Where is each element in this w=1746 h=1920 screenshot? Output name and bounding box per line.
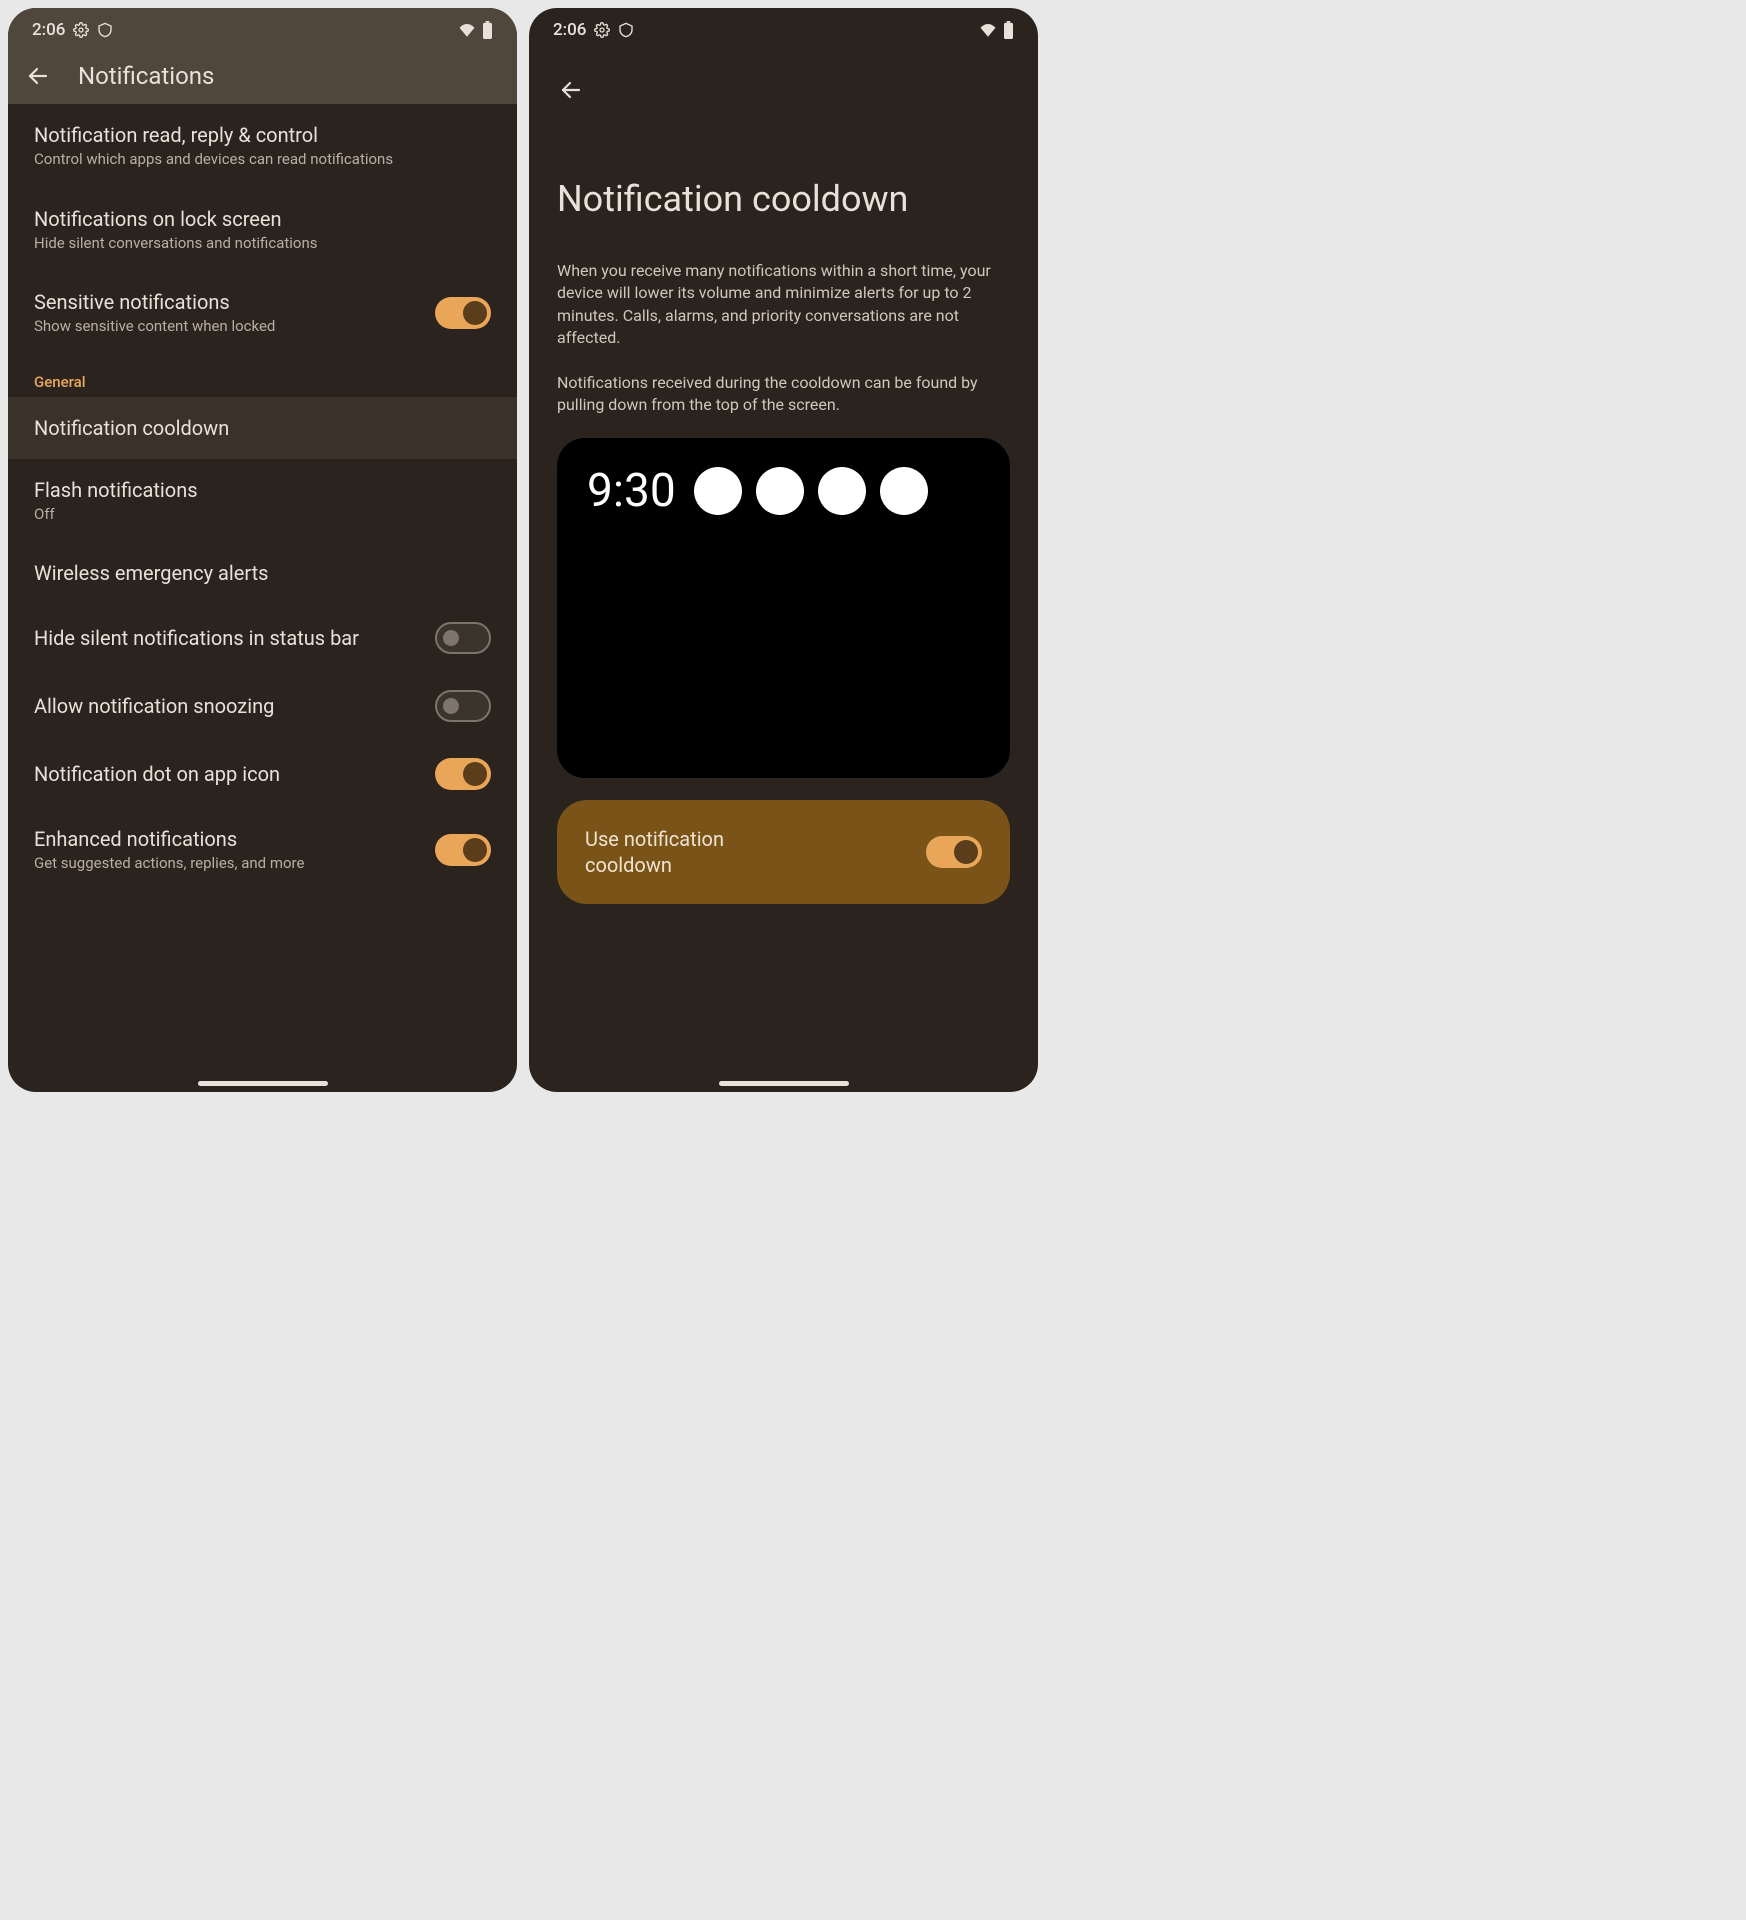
page-title: Notifications (78, 62, 214, 90)
preview-time: 9:30 (587, 464, 676, 518)
setting-title: Notifications on lock screen (34, 206, 475, 232)
setting-title: Enhanced notifications (34, 826, 419, 852)
use-cooldown-label: Use notification cooldown (585, 826, 805, 878)
setting-enhanced[interactable]: Enhanced notifications Get suggested act… (8, 808, 517, 892)
back-arrow-icon[interactable] (26, 64, 50, 88)
setting-notification-read-reply[interactable]: Notification read, reply & control Contr… (8, 104, 517, 188)
status-time: 2:06 (553, 20, 586, 40)
back-arrow-icon[interactable] (559, 78, 583, 102)
shield-icon (97, 22, 113, 38)
nav-pill[interactable] (198, 1081, 328, 1086)
setting-hide-silent[interactable]: Hide silent notifications in status bar (8, 604, 517, 672)
shield-icon (618, 22, 634, 38)
setting-subtitle: Hide silent conversations and notificati… (34, 234, 475, 254)
dot-icon (880, 467, 928, 515)
preview-dots (694, 467, 928, 515)
preview-card: 9:30 (557, 438, 1010, 778)
setting-dot-on-icon[interactable]: Notification dot on app icon (8, 740, 517, 808)
wifi-icon (458, 23, 476, 37)
setting-title: Notification cooldown (34, 415, 475, 441)
settings-list: Notification read, reply & control Contr… (8, 104, 517, 892)
nav-pill[interactable] (719, 1081, 849, 1086)
toggle-hide-silent[interactable] (435, 622, 491, 654)
gear-icon (594, 22, 610, 38)
setting-flash-notifications[interactable]: Flash notifications Off (8, 459, 517, 543)
status-bar: 2:06 (8, 8, 517, 48)
cooldown-description-1: When you receive many notifications with… (557, 260, 1010, 350)
header-bar: Notifications (8, 48, 517, 104)
phone-right-cooldown: 2:06 Notification cooldown When you rece… (529, 8, 1038, 1092)
setting-title: Wireless emergency alerts (34, 560, 475, 586)
setting-notification-cooldown[interactable]: Notification cooldown (8, 397, 517, 459)
section-header-general: General (8, 355, 517, 397)
battery-icon (482, 21, 493, 39)
toggle-enhanced[interactable] (435, 834, 491, 866)
gear-icon (73, 22, 89, 38)
setting-snoozing[interactable]: Allow notification snoozing (8, 672, 517, 740)
dot-icon (694, 467, 742, 515)
setting-emergency-alerts[interactable]: Wireless emergency alerts (8, 542, 517, 604)
setting-lock-screen[interactable]: Notifications on lock screen Hide silent… (8, 188, 517, 272)
setting-title: Flash notifications (34, 477, 475, 503)
battery-icon (1003, 21, 1014, 39)
page-title: Notification cooldown (557, 178, 1010, 220)
setting-title: Hide silent notifications in status bar (34, 625, 419, 651)
status-bar: 2:06 (529, 8, 1038, 48)
wifi-icon (979, 23, 997, 37)
setting-subtitle: Show sensitive content when locked (34, 317, 419, 337)
setting-subtitle: Control which apps and devices can read … (34, 150, 475, 170)
dot-icon (818, 467, 866, 515)
setting-title: Allow notification snoozing (34, 693, 419, 719)
setting-title: Notification dot on app icon (34, 761, 419, 787)
toggle-use-cooldown[interactable] (926, 836, 982, 868)
toggle-sensitive[interactable] (435, 297, 491, 329)
setting-subtitle: Get suggested actions, replies, and more (34, 854, 419, 874)
setting-title: Sensitive notifications (34, 289, 419, 315)
toggle-snoozing[interactable] (435, 690, 491, 722)
use-cooldown-card[interactable]: Use notification cooldown (557, 800, 1010, 904)
dot-icon (756, 467, 804, 515)
setting-title: Notification read, reply & control (34, 122, 475, 148)
status-time: 2:06 (32, 20, 65, 40)
cooldown-description-2: Notifications received during the cooldo… (557, 372, 1010, 417)
setting-sensitive-notifications[interactable]: Sensitive notifications Show sensitive c… (8, 271, 517, 355)
setting-subtitle: Off (34, 505, 475, 525)
toggle-dot[interactable] (435, 758, 491, 790)
phone-left-notifications: 2:06 Notifications Notification read, (8, 8, 517, 1092)
